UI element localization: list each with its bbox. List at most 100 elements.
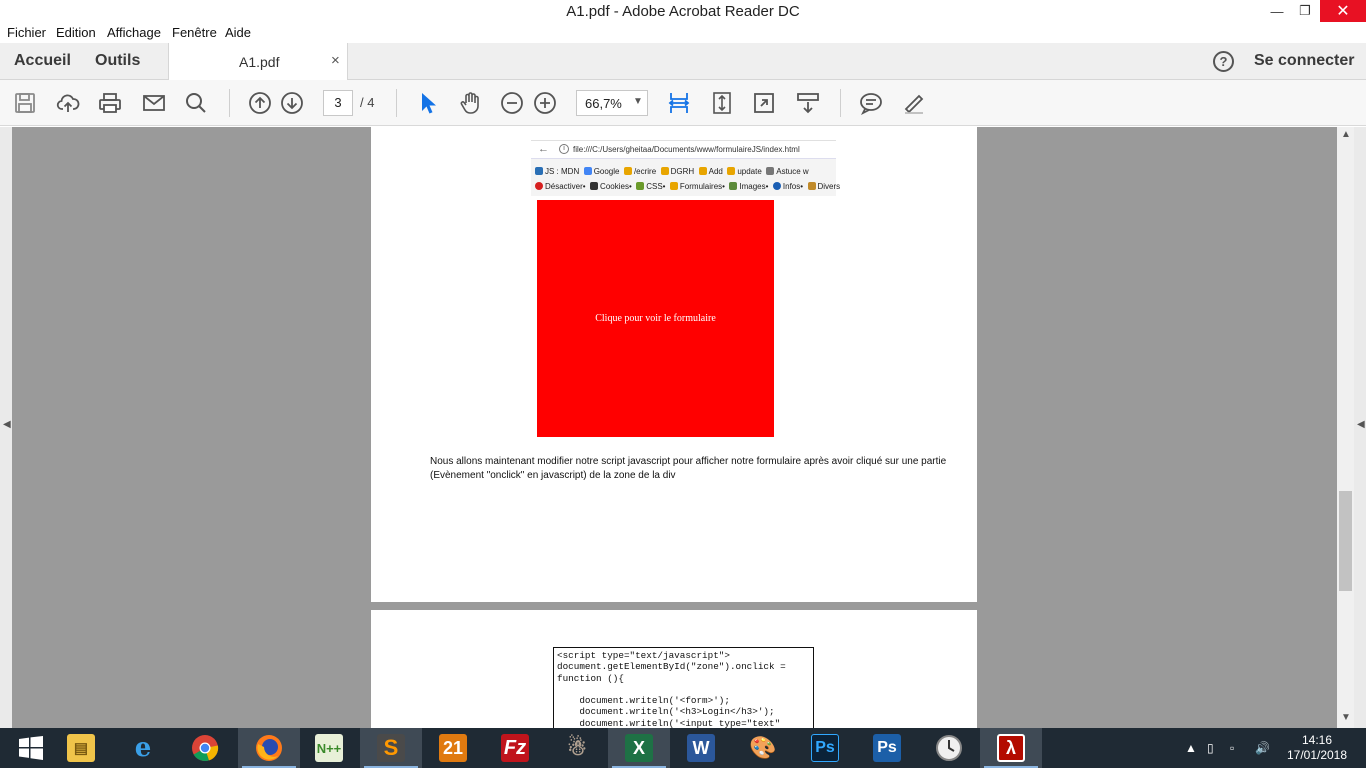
taskbar-word[interactable]: W — [670, 728, 732, 768]
taskbar-internet-explorer[interactable]: e — [112, 728, 174, 768]
search-icon[interactable] — [184, 91, 208, 115]
taskbar-filezilla[interactable]: Fz — [484, 728, 546, 768]
taskbar-app-21[interactable]: 21 — [422, 728, 484, 768]
page-total: / 4 — [360, 95, 375, 110]
browser-url-bar: ← i file:///C:/Users/gheitaa/Documents/w… — [531, 141, 836, 159]
browser-url: file:///C:/Users/gheitaa/Documents/www/f… — [573, 145, 800, 154]
red-zone-div[interactable]: Clique pour voir le formulaire — [537, 200, 774, 437]
scroll-mode-icon[interactable] — [796, 91, 820, 115]
zoom-in-icon[interactable] — [533, 91, 557, 115]
bookmarks-row-1: JS : MDN Google /ecrire DGRH Add update … — [535, 167, 809, 176]
help-icon[interactable]: ? — [1213, 51, 1234, 72]
network-signal-icon[interactable]: ▫ — [1230, 728, 1234, 768]
toolbar-label: Infos• — [782, 182, 804, 191]
clock-icon — [936, 735, 962, 761]
fit-width-icon[interactable] — [667, 91, 691, 115]
cookie-icon — [590, 182, 599, 190]
menu-affichage[interactable]: Affichage — [107, 25, 161, 40]
bookmark-label: JS : MDN — [545, 167, 580, 176]
email-icon[interactable] — [142, 91, 166, 115]
bookmark-icon — [727, 167, 736, 175]
bookmarks-row-2: Désactiver• Cookies• CSS• Formulaires• I… — [535, 182, 840, 191]
info-icon — [772, 182, 781, 190]
zoom-select[interactable]: 66,7% ▼ — [576, 90, 648, 116]
word-icon: W — [687, 734, 715, 762]
hand-tool-icon[interactable] — [458, 91, 482, 115]
bookmark-label: update — [737, 167, 762, 176]
scrollbar-thumb[interactable] — [1339, 491, 1352, 591]
comment-icon[interactable] — [859, 91, 883, 116]
tablet-icon[interactable]: ▯ — [1207, 728, 1214, 768]
tab-outils[interactable]: Outils — [95, 52, 140, 70]
close-window-button[interactable]: ✕ — [1320, 0, 1366, 22]
tab-document[interactable]: A1.pdf × — [168, 43, 348, 80]
back-arrow-icon: ← — [538, 143, 549, 155]
excel-icon: X — [625, 734, 653, 762]
red-zone-text: Clique pour voir le formulaire — [595, 313, 716, 324]
taskbar-photoshop-2[interactable]: Ps — [856, 728, 918, 768]
upload-cloud-icon[interactable] — [56, 91, 80, 115]
acrobat-reader-icon: λ — [997, 734, 1025, 762]
save-icon[interactable] — [13, 91, 37, 115]
zoom-out-icon[interactable] — [500, 91, 524, 115]
form-icon — [669, 182, 678, 190]
taskbar-clock-app[interactable] — [918, 728, 980, 768]
taskbar-clock[interactable]: 14:16 17/01/2018 — [1282, 733, 1352, 763]
right-panel-toggle[interactable]: ◀ — [1354, 127, 1366, 728]
menu-fenetre[interactable]: Fenêtre — [172, 25, 217, 40]
taskbar-excel[interactable]: X — [608, 728, 670, 768]
folder-icon: ▤ — [67, 734, 95, 762]
print-icon[interactable] — [98, 91, 122, 115]
app-21-icon: 21 — [439, 734, 467, 762]
fit-page-icon[interactable] — [710, 91, 734, 115]
bookmark-icon — [660, 167, 669, 175]
taskbar-photoshop[interactable]: Ps — [794, 728, 856, 768]
taskbar-chrome[interactable] — [174, 728, 236, 768]
highlight-pen-icon[interactable] — [902, 91, 926, 115]
toolbar-label: Formulaires• — [679, 182, 725, 191]
select-cursor-icon[interactable] — [416, 91, 440, 115]
taskbar-paint[interactable]: 🎨 — [732, 728, 794, 768]
menu-bar: Fichier Edition Affichage Fenêtre Aide — [0, 22, 1366, 43]
pdf-page-4: <script type="text/javascript"> document… — [371, 610, 977, 728]
taskbar-sublime-text[interactable]: S — [360, 728, 422, 768]
scroll-down-icon[interactable]: ▼ — [1341, 712, 1351, 723]
code-text: <script type="text/javascript"> document… — [557, 650, 786, 728]
tab-accueil[interactable]: Accueil — [14, 52, 71, 70]
taskbar-firefox[interactable] — [238, 728, 300, 768]
bookmark-icon — [698, 167, 707, 175]
document-viewer[interactable]: ◀ ← i file:///C:/Users/gheitaa/Documents… — [0, 127, 1366, 728]
window-title: A1.pdf - Adobe Acrobat Reader DC — [566, 3, 800, 20]
bookmark-label: Astuce w — [776, 167, 809, 176]
left-panel-toggle[interactable]: ◀ — [0, 127, 12, 728]
previous-page-icon[interactable] — [248, 91, 272, 115]
photoshop-icon: Ps — [811, 734, 839, 762]
close-tab-icon[interactable]: × — [331, 52, 340, 69]
full-screen-icon[interactable] — [752, 91, 776, 115]
misc-icon — [807, 182, 816, 190]
firefox-icon — [256, 735, 282, 761]
next-page-icon[interactable] — [280, 91, 304, 115]
toolbar-separator — [396, 89, 397, 117]
taskbar-acrobat-reader[interactable]: λ — [980, 728, 1042, 768]
show-hidden-icons[interactable]: ▲ — [1185, 728, 1197, 768]
taskbar-file-explorer[interactable]: ▤ — [50, 728, 112, 768]
photoshop-icon: Ps — [873, 734, 901, 762]
menu-aide[interactable]: Aide — [225, 25, 251, 40]
toolbar-label: Divers — [817, 182, 841, 191]
bookmark-icon — [535, 167, 543, 175]
scroll-up-icon[interactable]: ▲ — [1341, 129, 1351, 140]
taskbar-gimp[interactable]: ☃ — [546, 728, 608, 768]
page-number-input[interactable]: 3 — [323, 90, 353, 116]
bookmark-label: DGRH — [670, 167, 695, 176]
sign-in-link[interactable]: Se connecter — [1254, 52, 1354, 70]
title-bar: A1.pdf - Adobe Acrobat Reader DC — ❐ ✕ — [0, 0, 1366, 22]
pencil-icon — [636, 182, 645, 190]
volume-icon[interactable]: 🔊 — [1255, 728, 1270, 768]
tab-document-label: A1.pdf — [239, 54, 280, 70]
taskbar-notepad-plus[interactable]: N++ — [298, 728, 360, 768]
menu-fichier[interactable]: Fichier — [7, 25, 46, 40]
menu-edition[interactable]: Edition — [56, 25, 96, 40]
image-icon — [729, 182, 738, 190]
vertical-scrollbar[interactable]: ▲ ▼ — [1337, 127, 1354, 728]
